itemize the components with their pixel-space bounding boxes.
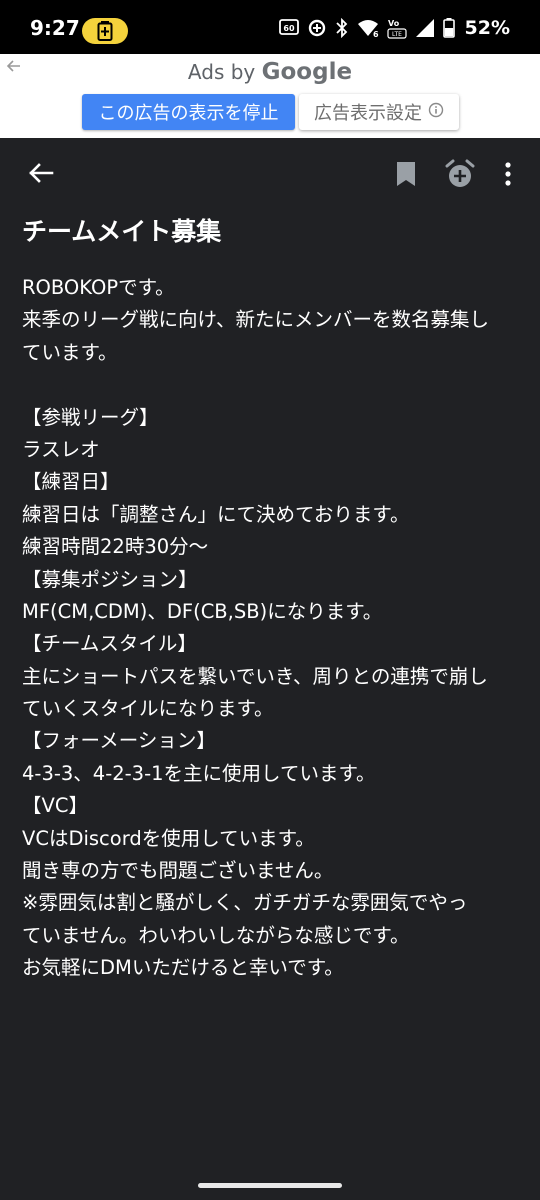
post-line: 【フォーメーション】 (22, 729, 216, 753)
data-saver-icon (307, 18, 327, 38)
status-time: 9:27 (30, 16, 80, 40)
svg-text:60: 60 (283, 24, 295, 33)
post-line: ていくスタイルになります。 (22, 697, 274, 721)
wifi-icon: 6 (357, 18, 379, 38)
post-line: ※雰囲気は割と騒がしく、ガチガチな雰囲気でやっ (22, 891, 468, 915)
post-line: ています。 (22, 340, 118, 364)
post-line: 4-3-3、4-2-3-1を主に使用しています。 (22, 761, 376, 785)
svg-text:Vo: Vo (388, 19, 400, 28)
post-line: 来季のリーグ戦に向け、新たにメンバーを数名募集し (22, 308, 490, 332)
svg-text:6: 6 (373, 30, 379, 38)
post-line: 【募集ポジション】 (22, 567, 198, 591)
more-vert-icon[interactable] (500, 160, 516, 188)
signal-icon (415, 18, 435, 38)
ad-settings-button[interactable]: 広告表示設定 (299, 94, 459, 130)
battery-icon (442, 18, 455, 38)
ad-settings-label: 広告表示設定 (314, 103, 422, 124)
volte-icon: Vo LTE (386, 17, 407, 39)
bluetooth-icon (335, 18, 349, 38)
post-line: 練習日は「調整さん」にて決めております。 (22, 502, 410, 526)
google-logo: Google (261, 59, 353, 85)
battery-saver-icon (82, 18, 128, 44)
post-line: 練習時間22時30分〜 (22, 535, 209, 559)
stop-ad-button[interactable]: この広告の表示を停止 (82, 94, 295, 130)
post-line: 【練習日】 (22, 470, 120, 494)
ads-by-google: Ads by Google (0, 59, 540, 85)
bookmark-icon[interactable] (394, 160, 418, 188)
post-line: 主にショートパスを繋いでいき、周りとの連携で崩し (22, 664, 488, 688)
back-arrow-icon[interactable] (26, 158, 56, 188)
app-bar (0, 138, 540, 208)
ad-banner: Ads by Google この広告の表示を停止 広告表示設定 (0, 54, 540, 138)
post-body: ROBOKOPです。来季のリーグ戦に向け、新たにメンバーを数名募集し ています。【… (22, 272, 527, 985)
post-line (22, 369, 527, 401)
post-title: チームメイト募集 (22, 217, 222, 246)
post-line: ROBOKOPです。 (22, 276, 175, 299)
post-line: 【参戦リーグ】 (22, 405, 159, 429)
post-line: 【VC】 (22, 794, 88, 818)
ads-by-label: Ads by (187, 60, 256, 84)
battery-percent: 52% (464, 17, 510, 39)
status-bar: 9:27 60 6 Vo LTE 52% (0, 0, 540, 54)
home-indicator[interactable] (198, 1183, 342, 1188)
post-line: MF(CM,CDM)、DF(CB,SB)になります。 (22, 599, 383, 623)
svg-text:LTE: LTE (392, 31, 402, 38)
post-line: ラスレオ (22, 437, 100, 461)
add-alarm-icon[interactable] (444, 158, 476, 190)
post-line: 【チームスタイル】 (22, 632, 197, 656)
post-line: VCはDiscordを使用しています。 (22, 826, 315, 850)
status-icons: 60 6 Vo LTE 52% (278, 14, 510, 42)
info-icon (428, 102, 444, 123)
hd-call-icon: 60 (278, 18, 299, 38)
post-line: 聞き専の方でも問題ございません。 (22, 859, 334, 883)
stop-ad-label: この広告の表示を停止 (98, 103, 279, 124)
post-line: ていません。わいわいしながらな感じです。 (22, 923, 410, 947)
post-line: お気軽にDMいただけると幸いです。 (22, 956, 344, 980)
